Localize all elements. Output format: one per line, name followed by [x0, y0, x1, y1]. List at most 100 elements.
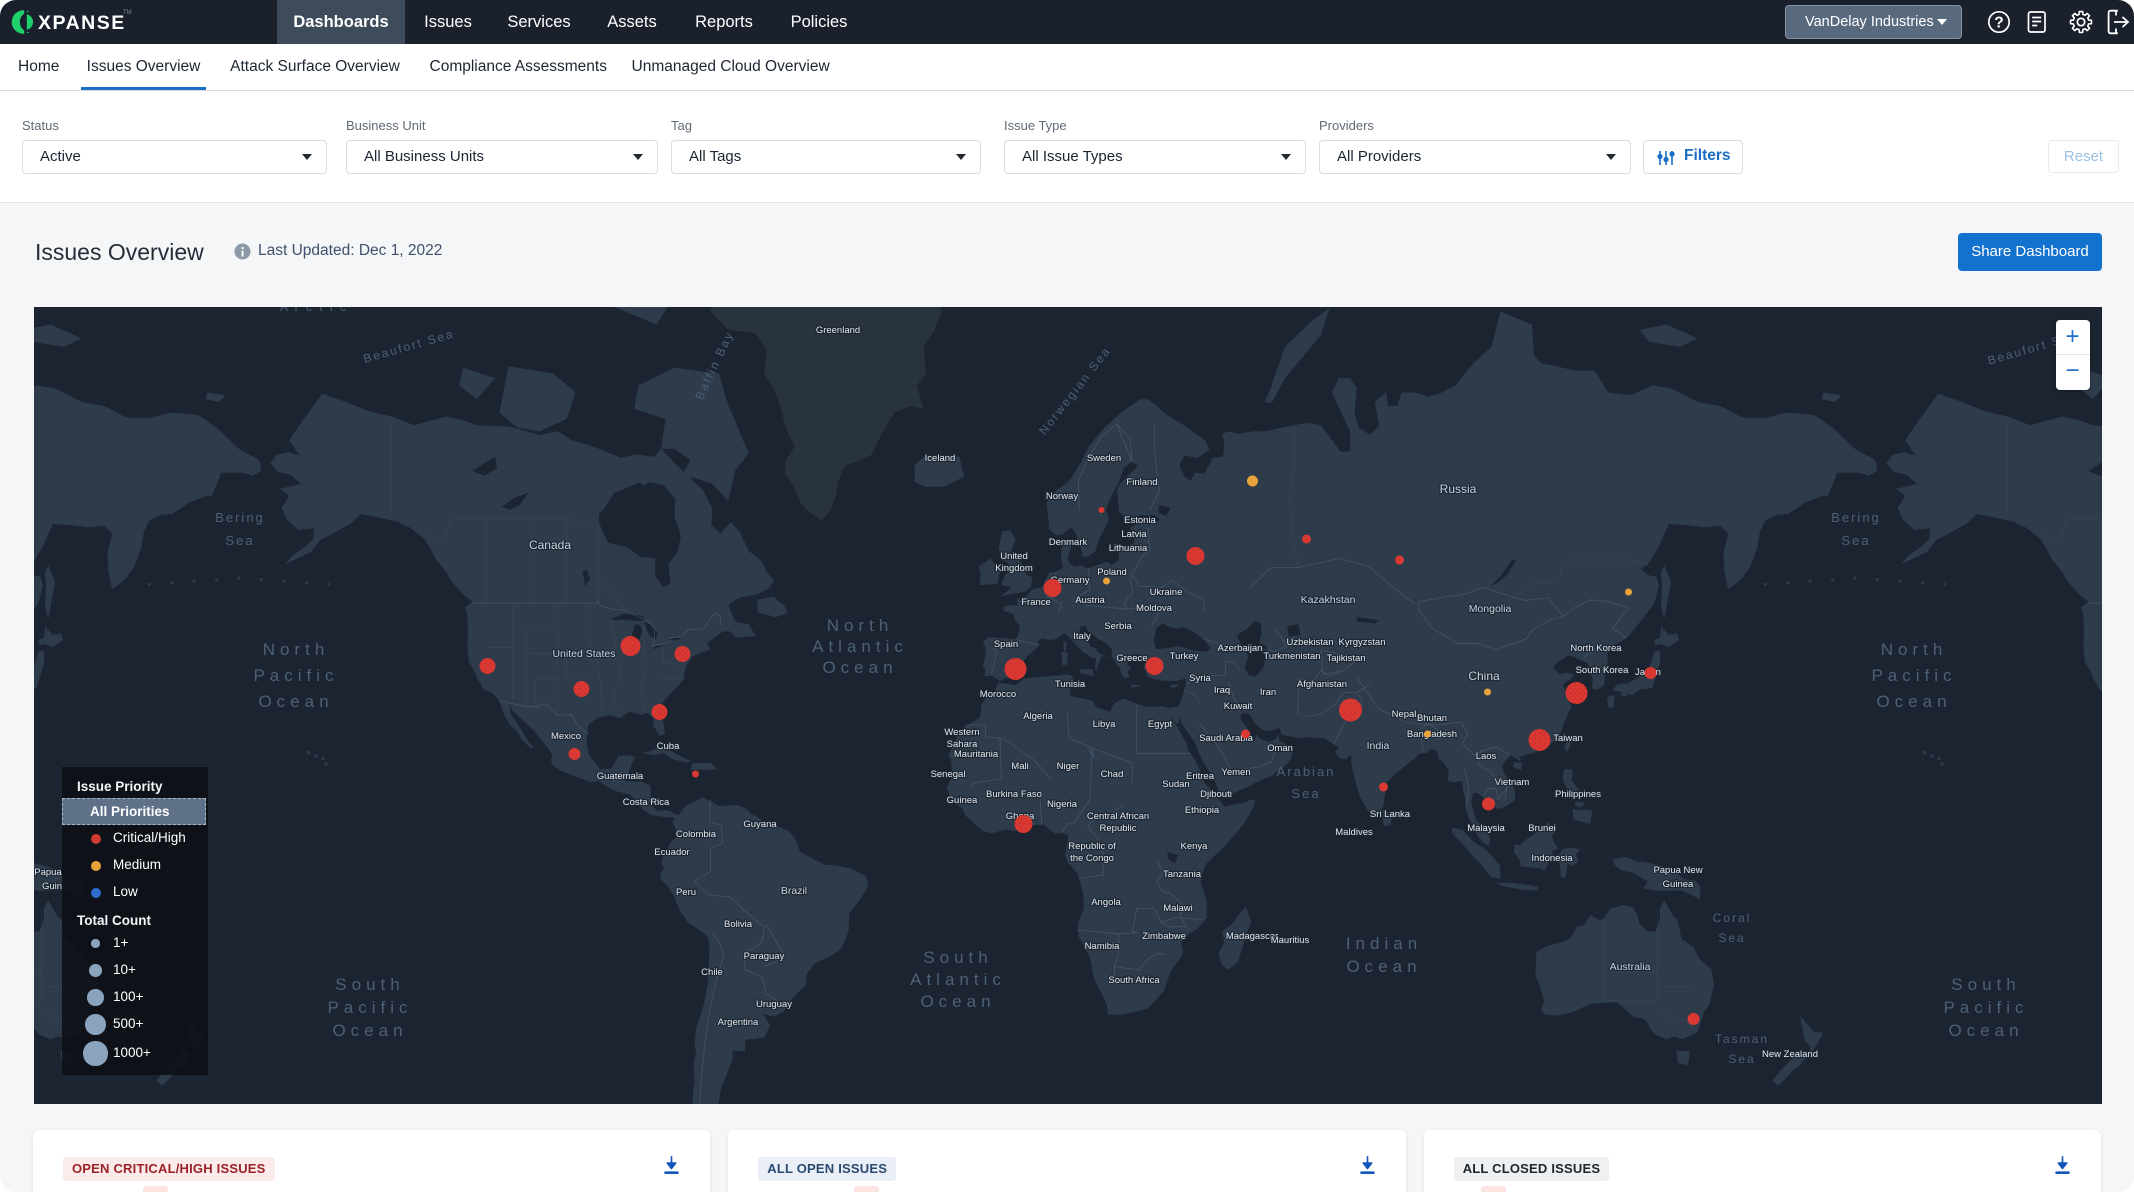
svg-text:Sea: Sea — [1718, 931, 1745, 945]
svg-text:Paraguay: Paraguay — [743, 951, 784, 962]
svg-text:Kyrgyzstan: Kyrgyzstan — [1338, 637, 1385, 648]
svg-text:Bangladesh: Bangladesh — [1406, 729, 1456, 740]
svg-text:North Korea: North Korea — [1570, 643, 1622, 654]
svg-text:A r c t i c: A r c t i c — [279, 307, 347, 314]
svg-text:Republic of: Republic of — [1068, 841, 1116, 852]
svg-text:Greenland: Greenland — [815, 325, 859, 336]
svg-text:Guin: Guin — [41, 881, 61, 892]
svg-text:Chad: Chad — [1100, 769, 1123, 780]
svg-text:Uzbekistan: Uzbekistan — [1286, 637, 1333, 648]
svg-text:Ocean: Ocean — [822, 658, 897, 677]
svg-text:Tajikistan: Tajikistan — [1326, 653, 1365, 664]
svg-text:Norway: Norway — [1045, 491, 1077, 502]
svg-text:Coral: Coral — [1712, 911, 1751, 925]
svg-text:Taiwan: Taiwan — [1553, 733, 1583, 744]
svg-text:Sweden: Sweden — [1086, 453, 1120, 464]
svg-text:Angola: Angola — [1091, 897, 1121, 908]
svg-text:Turkey: Turkey — [1169, 651, 1198, 662]
svg-text:Mali: Mali — [1011, 761, 1028, 772]
svg-text:Kingdom: Kingdom — [995, 563, 1033, 574]
svg-text:Ethiopia: Ethiopia — [1184, 805, 1219, 816]
svg-text:Laos: Laos — [1475, 751, 1496, 762]
svg-text:Burkina Faso: Burkina Faso — [986, 789, 1042, 800]
svg-text:Spain: Spain — [993, 639, 1017, 650]
svg-text:Pacific: Pacific — [253, 666, 338, 685]
svg-text:Brazil: Brazil — [780, 885, 806, 897]
svg-text:France: France — [1021, 597, 1051, 608]
svg-text:Kuwait: Kuwait — [1223, 701, 1252, 712]
svg-text:Turkmenistan: Turkmenistan — [1263, 651, 1320, 662]
svg-text:Nigeria: Nigeria — [1046, 799, 1077, 810]
svg-text:Zimbabwe: Zimbabwe — [1142, 931, 1186, 942]
svg-text:Maldives: Maldives — [1335, 827, 1373, 838]
svg-text:Algeria: Algeria — [1023, 711, 1053, 722]
svg-text:Sea: Sea — [1841, 533, 1870, 548]
svg-text:Malaysia: Malaysia — [1467, 823, 1505, 834]
svg-text:Guinea: Guinea — [1662, 879, 1693, 890]
svg-text:Niger: Niger — [1056, 761, 1079, 772]
svg-text:Guatemala: Guatemala — [596, 771, 643, 782]
svg-text:Tunisia: Tunisia — [1054, 679, 1085, 690]
svg-text:Iceland: Iceland — [924, 453, 955, 464]
svg-text:Iran: Iran — [1259, 687, 1275, 698]
svg-text:South Korea: South Korea — [1575, 665, 1629, 676]
svg-text:Kenya: Kenya — [1180, 841, 1208, 852]
svg-text:Atlantic: Atlantic — [812, 637, 908, 656]
svg-text:XPANSE: XPANSE — [38, 12, 126, 34]
svg-text:Azerbaijan: Azerbaijan — [1217, 643, 1262, 654]
svg-text:TM: TM — [123, 10, 132, 16]
svg-text:Sea: Sea — [1291, 786, 1320, 801]
svg-text:Canada: Canada — [528, 538, 570, 552]
svg-text:Cuba: Cuba — [656, 741, 679, 752]
svg-text:Latvia: Latvia — [1121, 529, 1147, 540]
svg-text:Estonia: Estonia — [1124, 515, 1156, 526]
svg-text:Pacific: Pacific — [1943, 998, 2028, 1017]
svg-text:Uruguay: Uruguay — [756, 999, 792, 1010]
svg-text:Papua: Papua — [34, 867, 62, 878]
svg-text:Central African: Central African — [1086, 811, 1148, 822]
svg-text:Sahara: Sahara — [946, 739, 977, 750]
svg-text:Guyana: Guyana — [743, 819, 777, 830]
svg-text:Yemen: Yemen — [1221, 767, 1250, 778]
svg-text:Morocco: Morocco — [979, 689, 1015, 700]
svg-text:Austria: Austria — [1075, 595, 1105, 606]
svg-text:Costa Rica: Costa Rica — [622, 797, 669, 808]
svg-text:Greece: Greece — [1116, 653, 1147, 664]
svg-text:Western: Western — [944, 727, 979, 738]
svg-text:Argentina: Argentina — [717, 1017, 758, 1028]
svg-text:North: North — [826, 616, 893, 635]
svg-text:Italy: Italy — [1073, 631, 1091, 642]
svg-text:Sri Lanka: Sri Lanka — [1369, 809, 1410, 820]
svg-text:India: India — [1366, 740, 1389, 752]
svg-text:Republic: Republic — [1099, 823, 1136, 834]
svg-text:Ocean: Ocean — [1876, 692, 1951, 711]
svg-text:Ocean: Ocean — [920, 992, 995, 1011]
svg-text:Namibia: Namibia — [1084, 941, 1120, 952]
svg-text:Sea: Sea — [225, 533, 254, 548]
svg-text:Colombia: Colombia — [675, 829, 716, 840]
svg-text:Libya: Libya — [1092, 719, 1115, 730]
svg-text:Eritrea: Eritrea — [1186, 771, 1215, 782]
svg-text:Peru: Peru — [675, 887, 695, 898]
svg-text:Ecuador: Ecuador — [654, 847, 689, 858]
svg-text:Djibouti: Djibouti — [1200, 789, 1232, 800]
svg-text:Guinea: Guinea — [946, 795, 977, 806]
svg-text:Papua New: Papua New — [1653, 865, 1702, 876]
svg-text:Afghanistan: Afghanistan — [1296, 679, 1346, 690]
svg-text:Indian: Indian — [1345, 934, 1421, 953]
svg-text:Serbia: Serbia — [1104, 621, 1132, 632]
svg-text:Bering: Bering — [1831, 510, 1881, 525]
svg-text:Poland: Poland — [1097, 567, 1127, 578]
svg-text:Pacific: Pacific — [327, 998, 412, 1017]
svg-text:Ocean: Ocean — [1346, 957, 1421, 976]
svg-text:Oman: Oman — [1267, 743, 1293, 754]
svg-text:Ukraine: Ukraine — [1149, 587, 1182, 598]
svg-text:Arabian: Arabian — [1276, 764, 1335, 779]
svg-text:Brunei: Brunei — [1528, 823, 1555, 834]
svg-text:Bhutan: Bhutan — [1416, 713, 1446, 724]
svg-text:Ocean: Ocean — [1948, 1021, 2023, 1040]
svg-text:Mexico: Mexico — [550, 731, 580, 742]
svg-text:South: South — [923, 948, 992, 967]
svg-text:Sea: Sea — [1728, 1052, 1755, 1066]
svg-text:North: North — [1880, 640, 1947, 659]
